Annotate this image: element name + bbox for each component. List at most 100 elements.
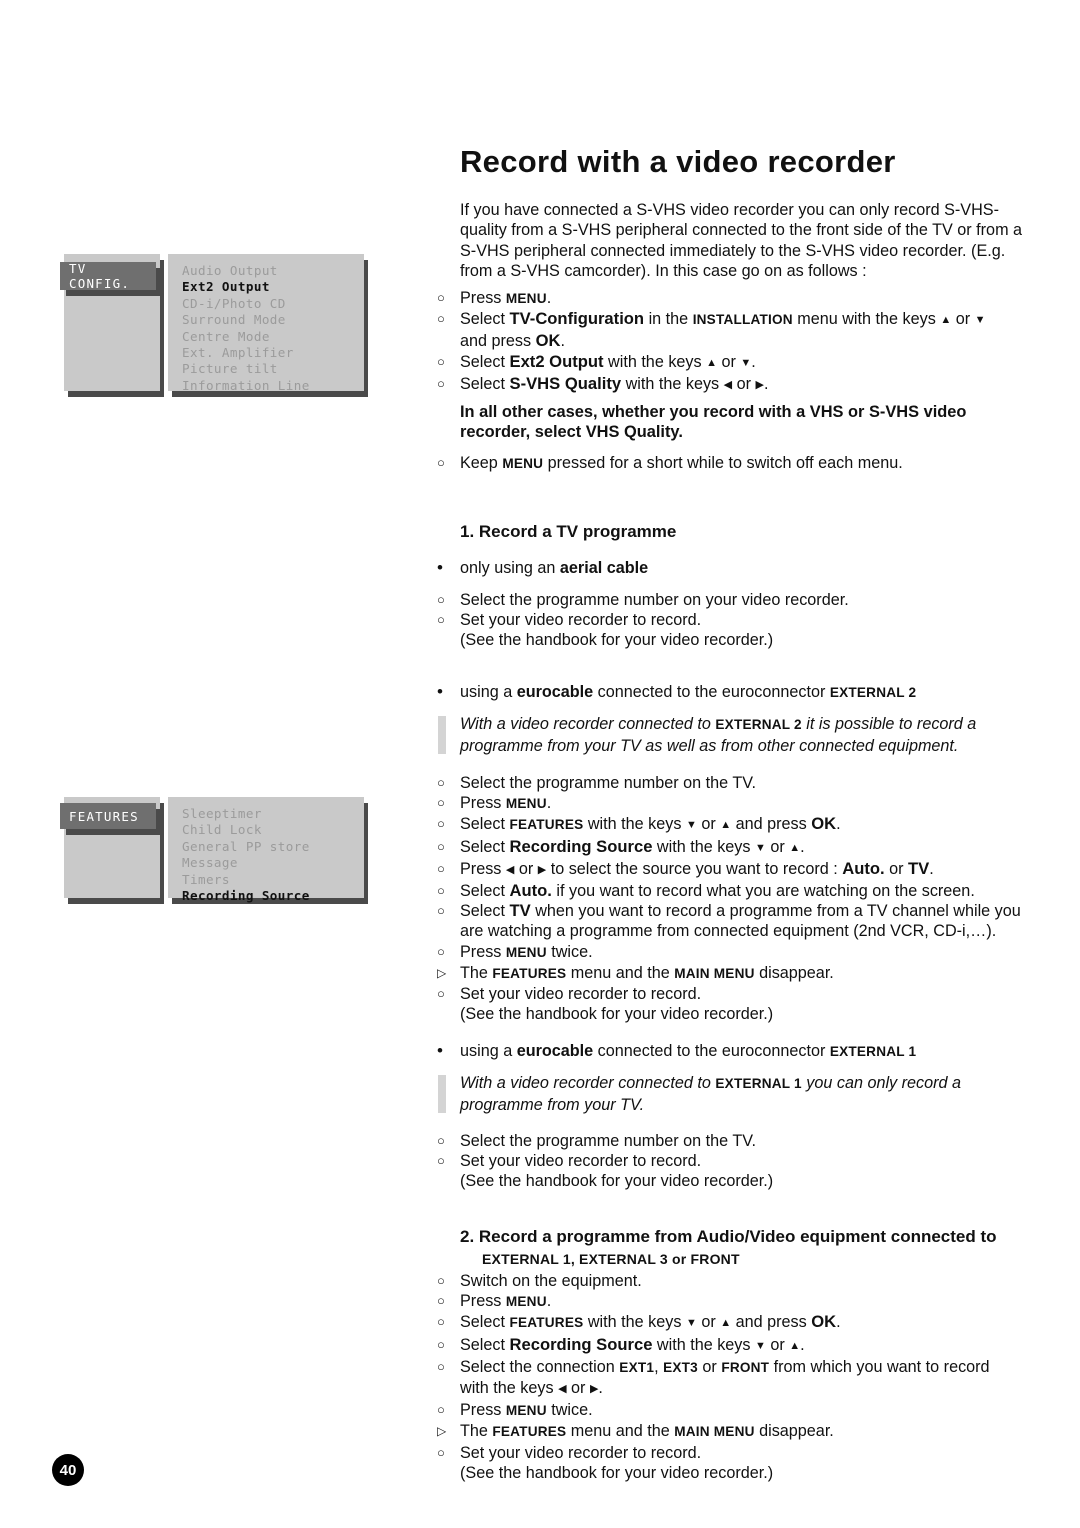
sub-bullet-external2: • using a eurocable connected to the eur…: [430, 682, 916, 703]
step-circle-icon: ○: [437, 883, 445, 899]
instruction-row: ○ Select the programme number on your vid…: [430, 590, 1050, 610]
section2-heading-text: 2. Record a programme from Audio/Video e…: [460, 1227, 997, 1246]
osd-item[interactable]: Child Lock: [182, 822, 364, 838]
step-circle-icon: ○: [437, 1273, 445, 1288]
instruction-row: ▷ The FEATURES menu and the MAIN MENU dis…: [430, 1421, 1050, 1442]
note-bar-icon: [438, 716, 446, 755]
instruction-row: and press OK.: [430, 331, 1050, 351]
step-circle-icon: ○: [437, 860, 445, 876]
note-external2: With a video recorder connected to EXTER…: [430, 714, 1045, 756]
step-circle-icon: ○: [437, 943, 445, 959]
step-circle-icon: ○: [437, 1133, 445, 1148]
note-external1: With a video recorder connected to EXTER…: [430, 1073, 1045, 1115]
step-circle-icon: ○: [437, 612, 445, 628]
instruction-text: Select TV when you want to record a prog…: [460, 901, 1021, 921]
instruction-row: ○ Select Ext2 Output with the keys ▲ or ▼…: [430, 352, 1050, 374]
instruction-row: ○ Select the programme number on the TV.: [430, 1131, 1050, 1151]
sub-bullet-label: only using an aerial cable: [460, 559, 649, 577]
instruction-text: Set your video recorder to record.: [460, 1443, 702, 1462]
instruction-text: Select S-VHS Quality with the keys ◀ or …: [460, 373, 769, 393]
document-page: Audio Output Ext2 Output CD-i/Photo CD S…: [0, 0, 1080, 1528]
step-triangle-icon: ▷: [437, 965, 447, 980]
instruction-row: ○ Select Recording Source with the keys ▼…: [430, 837, 1050, 859]
instruction-row: ○ Select FEATURES with the keys ▼ or ▲ an…: [430, 1312, 1050, 1334]
osd-item[interactable]: General PP store: [182, 839, 364, 855]
instruction-row: (See the handbook for your video recorde…: [430, 1463, 1050, 1483]
step-circle-icon: ○: [437, 1402, 445, 1418]
osd-item-selected[interactable]: Ext2 Output: [182, 279, 364, 295]
instruction-row: ○ Select TV-Configuration in the INSTALLA…: [430, 309, 1050, 331]
step-circle-icon: ○: [437, 1336, 445, 1352]
step-circle-icon: ○: [437, 311, 445, 327]
osd-item[interactable]: Information Line: [182, 378, 364, 394]
osd-item[interactable]: Message: [182, 855, 364, 871]
instruction-text: Select FEATURES with the keys ▼ or ▲ and…: [460, 814, 841, 834]
instruction-row: ○ Select Auto. if you want to record what…: [430, 881, 1050, 901]
instruction-text: Press MENU.: [460, 794, 552, 813]
step-circle-icon: ○: [437, 1444, 445, 1460]
instruction-row: (See the handbook for your video recorde…: [430, 1004, 1050, 1024]
step-circle-icon: ○: [437, 290, 445, 305]
note-bar-icon: [438, 1075, 446, 1114]
sub-bullet-external1: • using a eurocable connected to the eur…: [430, 1041, 916, 1062]
instruction-text: Press MENU twice.: [460, 942, 593, 961]
instruction-text: are watching a programme from connected …: [460, 922, 997, 941]
osd-item[interactable]: Sleeptimer: [182, 806, 364, 822]
instruction-text: (See the handbook for your video recorde…: [460, 1463, 774, 1482]
callout-vhs-quality: In all other cases, whether you record w…: [460, 403, 967, 442]
osd-item[interactable]: Picture tilt: [182, 361, 364, 377]
osd-item[interactable]: Ext. Amplifier: [182, 345, 364, 361]
steps-external1: ○ Select the programme number on the TV. ○…: [430, 1131, 1050, 1192]
page-number-badge: 40: [52, 1454, 84, 1486]
instruction-row: ○ Select S-VHS Quality with the keys ◀ or…: [430, 374, 1050, 396]
step-circle-icon: ○: [437, 903, 445, 919]
step-circle-icon: ○: [437, 1153, 445, 1169]
page-title: Record with a video recorder: [460, 144, 896, 179]
osd-menu-tv-config: Audio Output Ext2 Output CD-i/Photo CD S…: [60, 252, 370, 397]
instruction-text: Set your video recorder to record.: [460, 611, 702, 630]
steps-after-callout: ○ Keep MENU pressed for a short while to …: [430, 453, 1050, 474]
osd-menu-features: Sleeptimer Child Lock General PP store M…: [60, 795, 370, 905]
instruction-row: ○ Press MENU.: [430, 1291, 1050, 1312]
osd-tab-tv-config[interactable]: TV CONFIG.: [60, 261, 156, 291]
section1-heading: 1. Record a TV programme: [460, 522, 677, 541]
instruction-text: Select TV-Configuration in the INSTALLAT…: [460, 309, 986, 329]
sub-bullet-label: using a eurocable connected to the euroc…: [460, 1042, 917, 1060]
osd-item[interactable]: Timers: [182, 872, 364, 888]
steps-top: ○ Press MENU. ○ Select TV-Configuration in …: [430, 288, 1050, 396]
sub-bullet-label: using a eurocable connected to the euroc…: [460, 683, 917, 701]
instruction-row: ○ Set your video recorder to record.: [430, 1151, 1050, 1171]
instruction-text: Press MENU.: [460, 1292, 552, 1311]
steps-external2: ○ Select the programme number on the TV. ○…: [430, 773, 1050, 1024]
note-text: With a video recorder connected to EXTER…: [460, 715, 977, 755]
instruction-text: Set your video recorder to record.: [460, 985, 702, 1004]
bullet-dot-icon: •: [437, 1041, 443, 1060]
instruction-row: ○ Select the programme number on the TV.: [430, 773, 1050, 793]
step-circle-icon: ○: [437, 795, 445, 811]
instruction-row: (See the handbook for your video recorde…: [430, 630, 1050, 650]
instruction-text: Press ◀ or ▶ to select the source you wa…: [460, 858, 934, 878]
osd-item[interactable]: Surround Mode: [182, 312, 364, 328]
osd-item-selected[interactable]: Recording Source: [182, 888, 364, 904]
instruction-text: Set your video recorder to record.: [460, 1152, 702, 1171]
steps-aerial: ○ Select the programme number on your vid…: [430, 590, 1050, 651]
instruction-row: ○ Keep MENU pressed for a short while to …: [430, 453, 1050, 474]
instruction-row: ○ Switch on the equipment.: [430, 1271, 1050, 1291]
step-circle-icon: ○: [437, 455, 445, 470]
instruction-text: Select the programme number on the TV.: [460, 1132, 757, 1150]
instruction-text: Select the programme number on the TV.: [460, 774, 757, 792]
osd-list-tv-config: Audio Output Ext2 Output CD-i/Photo CD S…: [168, 254, 364, 394]
instruction-text: Select Auto. if you want to record what …: [460, 881, 975, 901]
osd-item[interactable]: CD-i/Photo CD: [182, 296, 364, 312]
instruction-text: and press OK.: [460, 331, 565, 351]
instruction-row: ○ Press ◀ or ▶ to select the source you w…: [430, 859, 1050, 881]
osd-item[interactable]: Centre Mode: [182, 329, 364, 345]
step-circle-icon: ○: [437, 775, 445, 790]
osd-tab-features[interactable]: FEATURES: [60, 803, 156, 829]
illustration-column: Audio Output Ext2 Output CD-i/Photo CD S…: [0, 0, 420, 1528]
instruction-text: Select FEATURES with the keys ▼ or ▲ and…: [460, 1312, 841, 1332]
instruction-row: are watching a programme from connected …: [430, 921, 1050, 941]
instruction-row: ○ Select the connection EXT1, EXT3 or FRO…: [430, 1357, 1050, 1378]
osd-item[interactable]: Audio Output: [182, 263, 364, 279]
instruction-text: The FEATURES menu and the MAIN MENU disa…: [460, 1422, 834, 1441]
